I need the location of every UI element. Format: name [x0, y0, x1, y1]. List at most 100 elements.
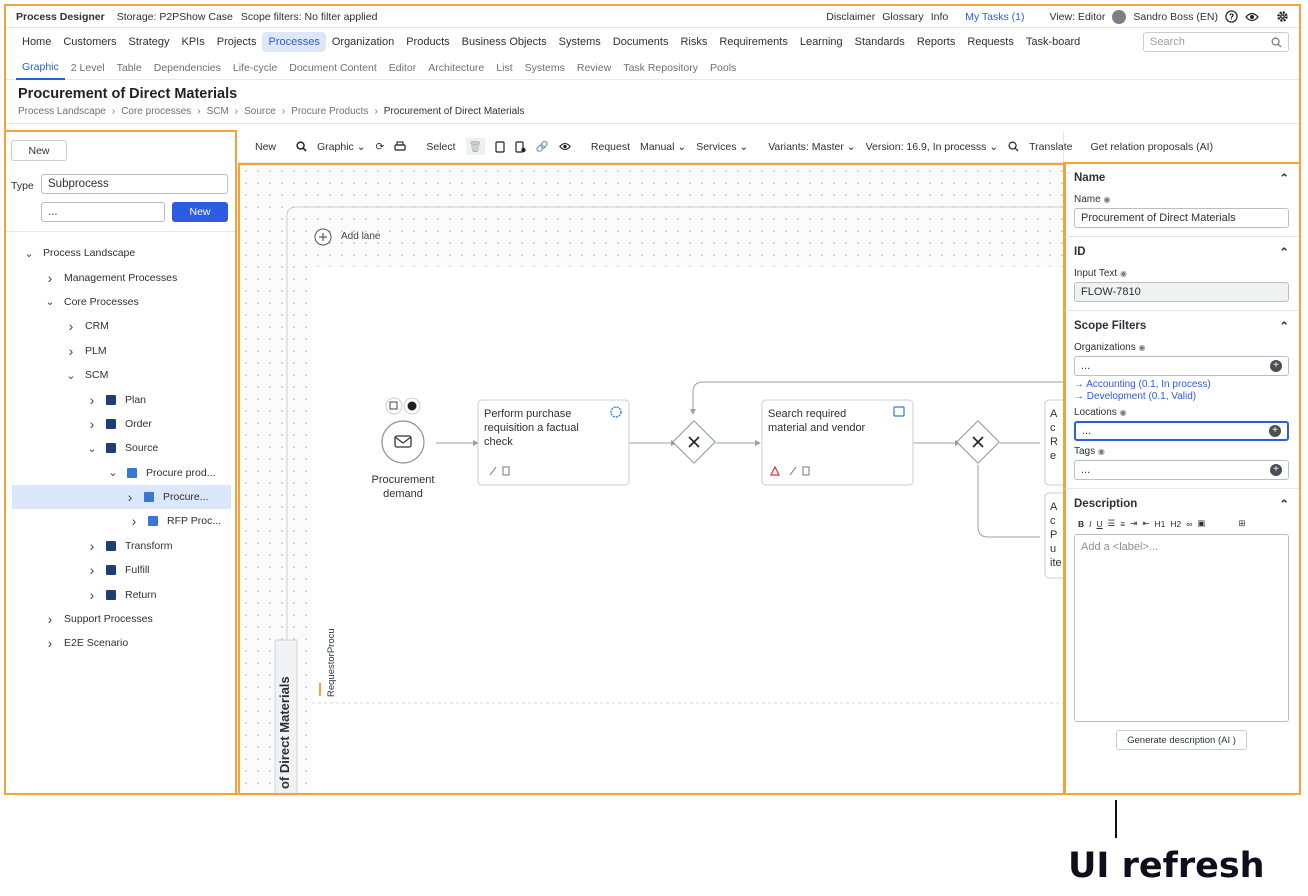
- chevron-right-icon[interactable]: ›: [43, 270, 57, 286]
- help-icon[interactable]: ?: [1225, 10, 1238, 23]
- glossary-link[interactable]: Glossary: [882, 11, 923, 23]
- nav-standards[interactable]: Standards: [849, 32, 911, 52]
- nav-customers[interactable]: Customers: [57, 32, 122, 52]
- add-icon[interactable]: +: [1270, 360, 1282, 372]
- nav-requirements[interactable]: Requirements: [713, 32, 793, 52]
- format-tool-icon[interactable]: ⇥: [1130, 518, 1137, 529]
- nav-organization[interactable]: Organization: [326, 32, 400, 52]
- breadcrumb-item[interactable]: Source: [244, 106, 276, 117]
- element-name-input[interactable]: ...: [41, 202, 165, 222]
- storage-label[interactable]: Storage: P2PShow Case: [117, 11, 233, 23]
- tree-node[interactable]: › RFP Proc...: [6, 509, 235, 533]
- chevron-right-icon[interactable]: ›: [64, 343, 78, 359]
- breadcrumb-item[interactable]: Process Landscape: [18, 106, 106, 117]
- chevron-down-icon[interactable]: ⌄: [85, 442, 99, 455]
- avatar[interactable]: [1112, 9, 1127, 24]
- collapse-chevron-icon[interactable]: ⌃: [1279, 245, 1289, 259]
- tree-node[interactable]: › PLM: [6, 339, 235, 363]
- format-tool-icon[interactable]: H2: [1170, 519, 1181, 529]
- format-tool-icon[interactable]: B: [1078, 519, 1084, 529]
- tree-node[interactable]: ⌄ Source: [6, 436, 235, 460]
- nav-systems[interactable]: Systems: [553, 32, 607, 52]
- nav-requests[interactable]: Requests: [961, 32, 1019, 52]
- tab-pools[interactable]: Pools: [704, 56, 742, 80]
- manual-dropdown[interactable]: Manual: [640, 141, 686, 153]
- open-external-icon[interactable]: [385, 397, 403, 415]
- nav-processes[interactable]: Processes: [262, 32, 326, 52]
- tree-node[interactable]: › Fulfill: [6, 558, 235, 582]
- format-tool-icon[interactable]: ☰: [1108, 518, 1116, 529]
- breadcrumb-item[interactable]: Core processes: [121, 106, 191, 117]
- chevron-right-icon[interactable]: ›: [85, 562, 99, 578]
- my-tasks-link[interactable]: My Tasks (1): [965, 11, 1024, 23]
- add-icon[interactable]: +: [1269, 425, 1281, 437]
- chevron-right-icon[interactable]: ›: [43, 611, 57, 627]
- collapse-chevron-icon[interactable]: ⌃: [1279, 319, 1289, 333]
- tab-life-cycle[interactable]: Life-cycle: [227, 56, 283, 80]
- breadcrumb-item[interactable]: Procure Products: [291, 106, 368, 117]
- nav-business-objects[interactable]: Business Objects: [456, 32, 553, 52]
- request-button[interactable]: Request: [591, 141, 630, 153]
- type-select[interactable]: Subprocess: [41, 174, 228, 194]
- select-tool[interactable]: Select: [426, 141, 455, 153]
- breadcrumb-item[interactable]: SCM: [207, 106, 229, 117]
- paste-icon[interactable]: [515, 140, 526, 153]
- chevron-down-icon[interactable]: ⌄: [22, 247, 36, 260]
- chevron-right-icon[interactable]: ›: [85, 587, 99, 603]
- graphic-dropdown[interactable]: Graphic: [317, 141, 365, 153]
- organization-link[interactable]: → Development (0.1, Valid): [1074, 391, 1289, 402]
- nav-projects[interactable]: Projects: [211, 32, 263, 52]
- tab-list[interactable]: List: [490, 56, 518, 80]
- tree-node[interactable]: › Support Processes: [6, 607, 235, 631]
- gear-icon[interactable]: [1276, 10, 1289, 23]
- diagram-canvas[interactable]: Add lane Procurement demand Perform purc…: [238, 163, 1066, 795]
- tree-node[interactable]: › E2E Scenario: [6, 631, 235, 655]
- tree-node[interactable]: › Procure...: [12, 484, 231, 510]
- nav-task-board[interactable]: Task-board: [1020, 32, 1086, 52]
- view-mode[interactable]: View: Editor: [1050, 11, 1106, 23]
- id-field[interactable]: FLOW-7810: [1074, 282, 1289, 302]
- chevron-right-icon[interactable]: ›: [85, 538, 99, 554]
- search-box[interactable]: [1143, 32, 1289, 52]
- tree-node[interactable]: › Transform: [6, 534, 235, 558]
- chevron-down-icon[interactable]: ⌄: [43, 295, 57, 308]
- chevron-down-icon[interactable]: ⌄: [106, 466, 120, 479]
- format-tool-icon[interactable]: H1: [1155, 519, 1166, 529]
- tags-field[interactable]: ... +: [1074, 460, 1289, 480]
- scope-filter-label[interactable]: Scope filters: No filter applied: [241, 11, 378, 23]
- tab-2-level[interactable]: 2 Level: [65, 56, 111, 80]
- format-tool-icon[interactable]: U: [1097, 519, 1103, 529]
- tab-graphic[interactable]: Graphic: [16, 56, 65, 80]
- tab-document-content[interactable]: Document Content: [283, 56, 383, 80]
- organizations-field[interactable]: ... +: [1074, 356, 1289, 376]
- add-icon[interactable]: +: [1270, 464, 1282, 476]
- format-tool-icon[interactable]: ≡: [1120, 519, 1125, 529]
- tab-table[interactable]: Table: [111, 56, 148, 80]
- variants-dropdown[interactable]: Variants: Master: [768, 141, 855, 153]
- tree-node[interactable]: ⌄ Core Processes: [6, 290, 235, 314]
- toolbar-search-icon[interactable]: [1008, 141, 1019, 152]
- nav-documents[interactable]: Documents: [607, 32, 675, 52]
- format-tool-icon[interactable]: ∞: [1186, 519, 1192, 529]
- tab-review[interactable]: Review: [571, 56, 617, 80]
- add-lane-label[interactable]: Add lane: [341, 231, 380, 242]
- chevron-right-icon[interactable]: ›: [43, 635, 57, 651]
- tab-architecture[interactable]: Architecture: [422, 56, 490, 80]
- services-dropdown[interactable]: Services: [696, 141, 748, 153]
- locations-field[interactable]: ... +: [1074, 421, 1289, 441]
- format-tool-icon[interactable]: ⇤: [1142, 518, 1149, 529]
- tree-node[interactable]: › Order: [6, 412, 235, 436]
- tree-node[interactable]: › Management Processes: [6, 265, 235, 289]
- description-editor[interactable]: Add a <label>...: [1074, 534, 1289, 722]
- copy-icon[interactable]: [495, 140, 505, 153]
- lane[interactable]: [312, 267, 1064, 795]
- format-tool-icon[interactable]: ▣: [1197, 518, 1205, 529]
- nav-products[interactable]: Products: [400, 32, 455, 52]
- print-icon[interactable]: [394, 141, 406, 152]
- tab-task-repository[interactable]: Task Repository: [617, 56, 704, 80]
- collapse-chevron-icon[interactable]: ⌃: [1279, 171, 1289, 185]
- nav-kpis[interactable]: KPIs: [176, 32, 211, 52]
- nav-strategy[interactable]: Strategy: [123, 32, 176, 52]
- disclaimer-link[interactable]: Disclaimer: [826, 11, 875, 23]
- format-tool-icon[interactable]: ⊞: [1238, 518, 1245, 529]
